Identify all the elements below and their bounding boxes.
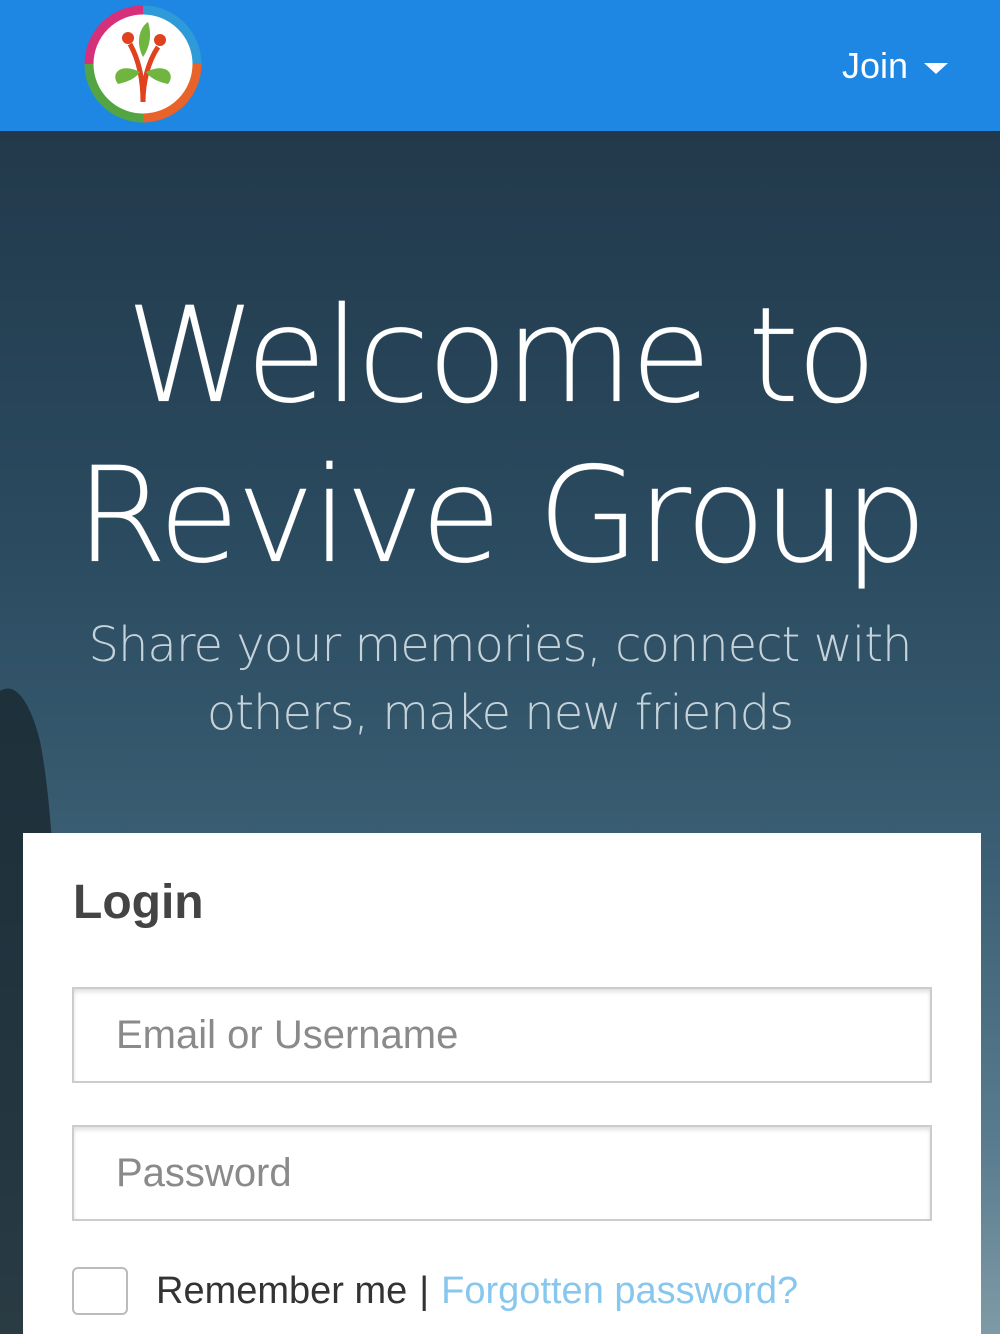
join-label: Join [841,45,908,86]
hero-subtitle-line1: Share your memories, connect with [88,617,913,673]
forgotten-password-link[interactable]: Forgotten password? [441,1270,798,1313]
top-navbar: Join [0,0,1000,131]
caret-down-icon [924,62,948,74]
hero-title-line1: Welcome to [125,279,877,433]
password-input[interactable] [72,1125,932,1221]
link-separator: | [419,1269,430,1312]
email-username-input[interactable] [72,987,932,1083]
revive-group-logo-icon[interactable] [70,2,216,126]
remember-me-checkbox[interactable] [72,1267,128,1315]
remember-row: Remember me | Forgotten password? [72,1267,798,1315]
login-card: Login Remember me | Forgotten password? [23,833,981,1334]
join-dropdown-button[interactable]: Join [842,44,948,88]
hero-subtitle-line2: others, make new friends [206,685,794,741]
remember-me-label[interactable]: Remember me [156,1270,407,1313]
hero-subtitle: Share your memories, connect with others… [60,611,940,747]
login-title: Login [73,876,204,929]
hero-title: Welcome to Revive Group [0,276,1000,596]
hero-title-line2: Revive Group [75,439,927,593]
